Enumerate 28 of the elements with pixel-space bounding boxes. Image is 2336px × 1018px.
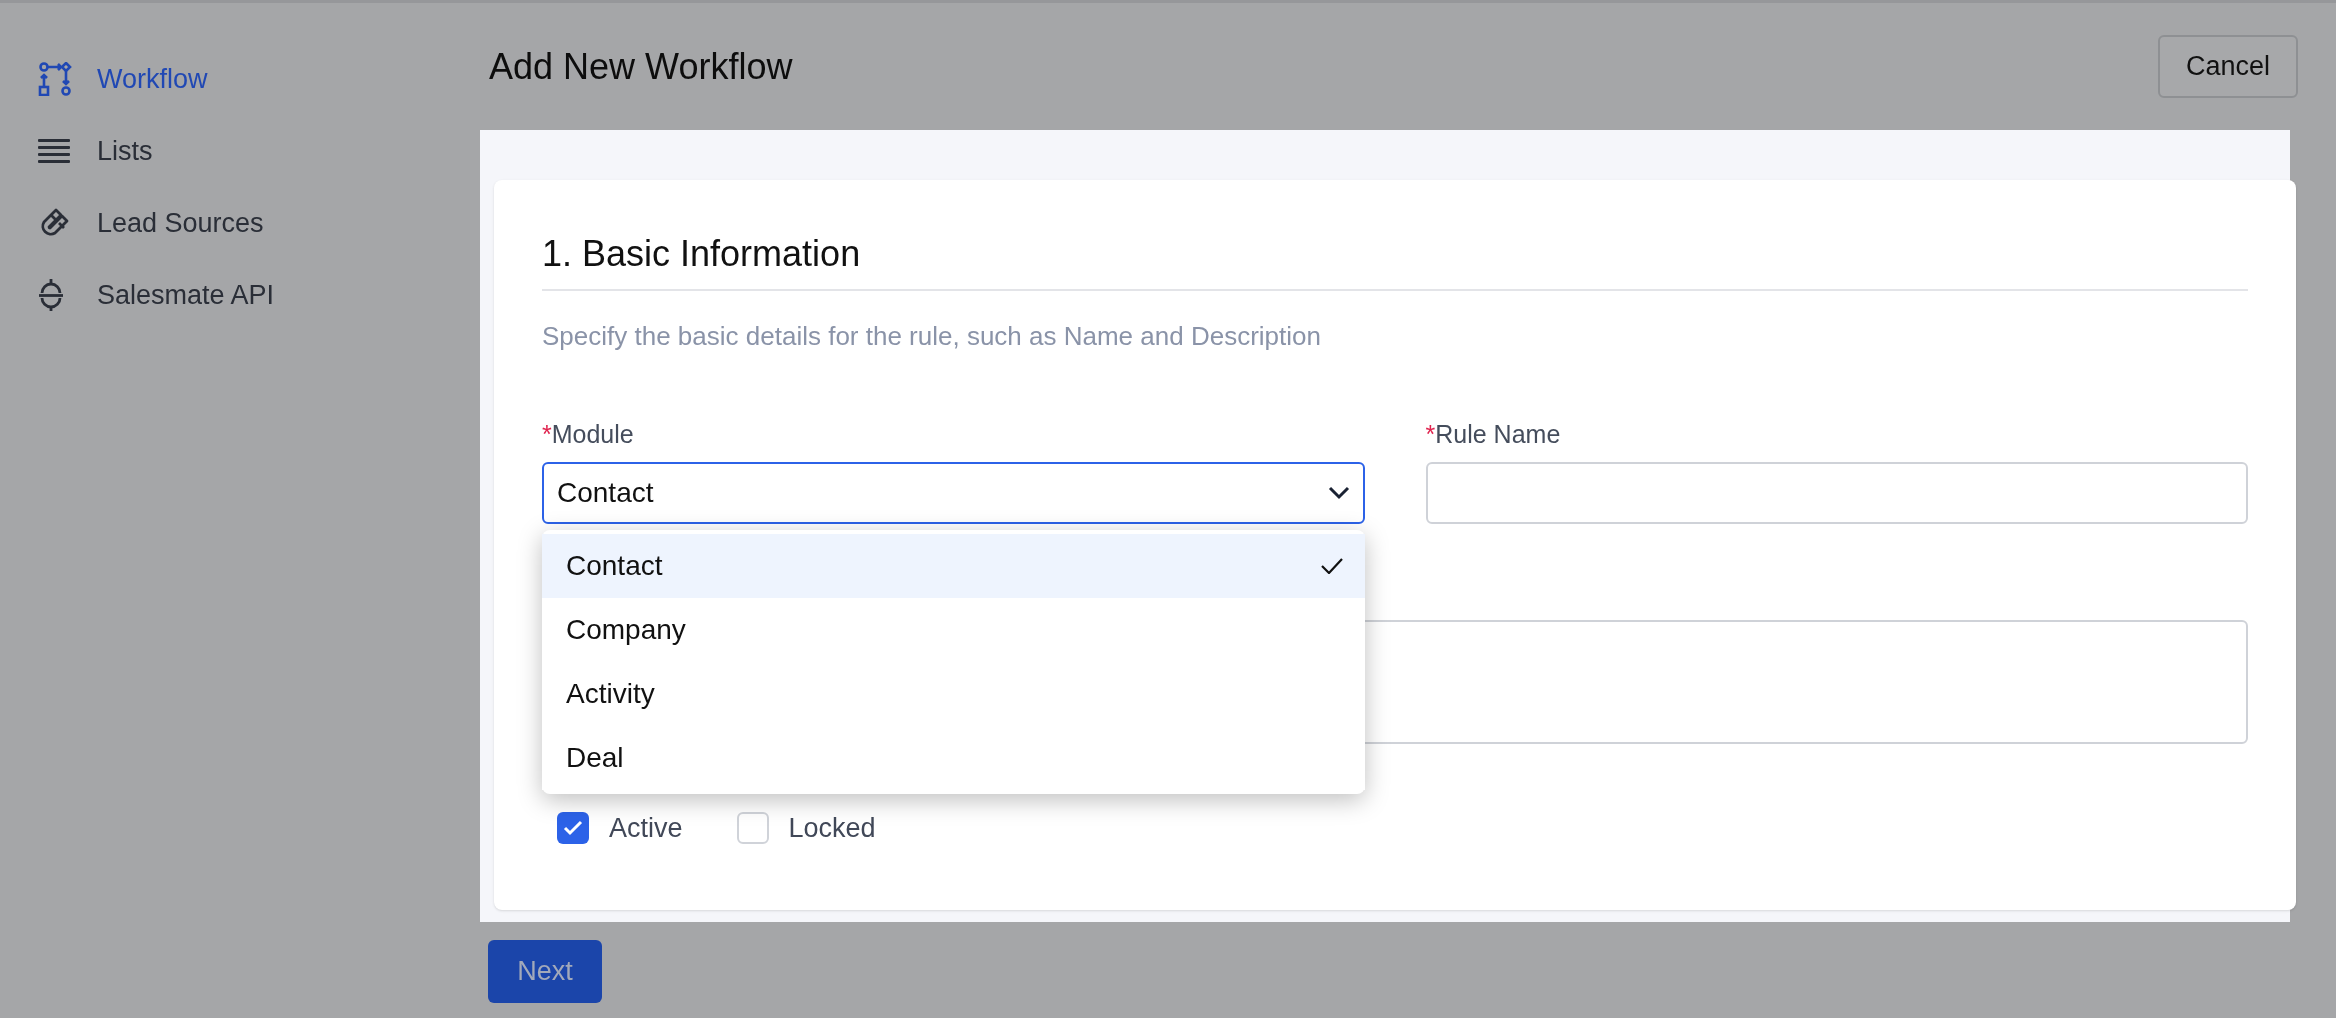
dropdown-option[interactable]: Activity xyxy=(542,662,1365,726)
sidebar-item[interactable]: Salesmate API xyxy=(0,277,480,313)
rule-name-input[interactable] xyxy=(1425,462,2248,524)
checkbox-label: Locked xyxy=(788,812,876,845)
required-mark: * xyxy=(542,419,552,448)
dropdown-option[interactable]: Deal xyxy=(542,726,1365,790)
checkbox[interactable] xyxy=(736,812,769,845)
next-button[interactable]: Next xyxy=(488,940,602,1003)
required-mark: * xyxy=(1425,419,1436,448)
dropdown-option[interactable]: Contact xyxy=(542,534,1365,598)
api-icon xyxy=(38,278,64,312)
field-label: Rule Name xyxy=(1435,419,1561,448)
chevron-down-icon xyxy=(1327,486,1350,500)
page-title: Add New Workflow xyxy=(489,44,793,89)
checkbox[interactable] xyxy=(557,812,589,845)
list-icon xyxy=(38,138,70,164)
module-select[interactable]: Contact xyxy=(542,462,1365,524)
cancel-button[interactable]: Cancel xyxy=(2157,35,2298,98)
checkbox-label: Active xyxy=(609,812,683,845)
checkmark-icon xyxy=(1320,558,1343,574)
section-title: 1. Basic Information xyxy=(542,232,862,276)
dropdown-option[interactable]: Company xyxy=(542,598,1365,662)
checkmark-icon xyxy=(563,820,583,837)
sidebar-item[interactable]: Lists xyxy=(0,133,480,169)
workflow-icon xyxy=(38,62,72,96)
sidebar-item[interactable]: Lead Sources xyxy=(0,205,480,241)
field-label: Module xyxy=(551,419,634,448)
section-description: Specify the basic details for the rule, such as Name and Description xyxy=(542,320,1322,353)
